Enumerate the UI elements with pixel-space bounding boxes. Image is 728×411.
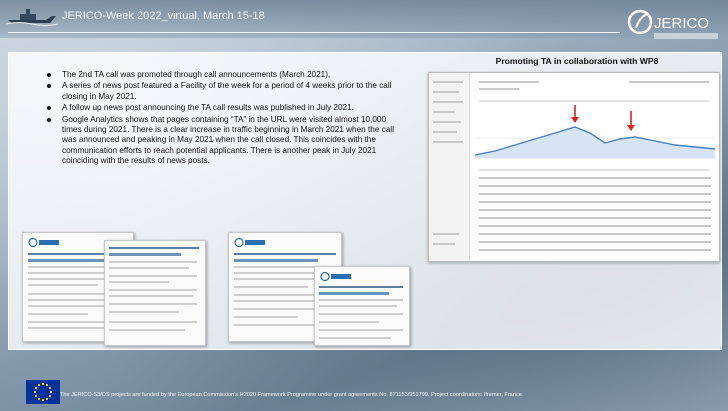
news-post-thumbnail — [104, 240, 206, 346]
bullet-item: The 2nd TA call was promoted through cal… — [46, 70, 406, 80]
header-divider — [8, 32, 620, 33]
news-post-thumbnail — [314, 266, 410, 346]
bullet-item: A follow up news post announcing the TA … — [46, 103, 406, 113]
jerico-logo: JERICO — [627, 9, 718, 39]
analytics-screenshot — [428, 72, 720, 262]
may-peak-arrow — [571, 105, 579, 123]
right-panel-title: Promoting TA in collaboration with WP8 — [495, 56, 659, 66]
slide-header: JERICO-Week 2022_virtual, March 15-18 JE… — [0, 0, 728, 39]
funding-acknowledgement: The JERICO-S3/DS projects are funded by … — [60, 392, 524, 398]
analytics-table — [479, 175, 711, 257]
jerico-logo-small — [28, 237, 59, 248]
bullet-list: The 2nd TA call was promoted through cal… — [46, 70, 406, 168]
research-vessel-icon — [6, 9, 58, 26]
logo-wordmark: JERICO — [654, 15, 709, 32]
bullet-item: A series of news post featured a Facilit… — [46, 81, 406, 102]
jerico-logo-small — [320, 271, 351, 282]
eu-flag-icon — [26, 380, 60, 404]
traffic-line-chart — [475, 105, 715, 159]
analytics-sidebar — [429, 73, 470, 261]
jerico-logo-small — [234, 237, 265, 248]
event-title: JERICO-Week 2022_virtual, March 15-18 — [62, 10, 265, 22]
july-peak-arrow — [627, 111, 635, 131]
bullet-item: Google Analytics shows that pages contai… — [46, 115, 406, 167]
